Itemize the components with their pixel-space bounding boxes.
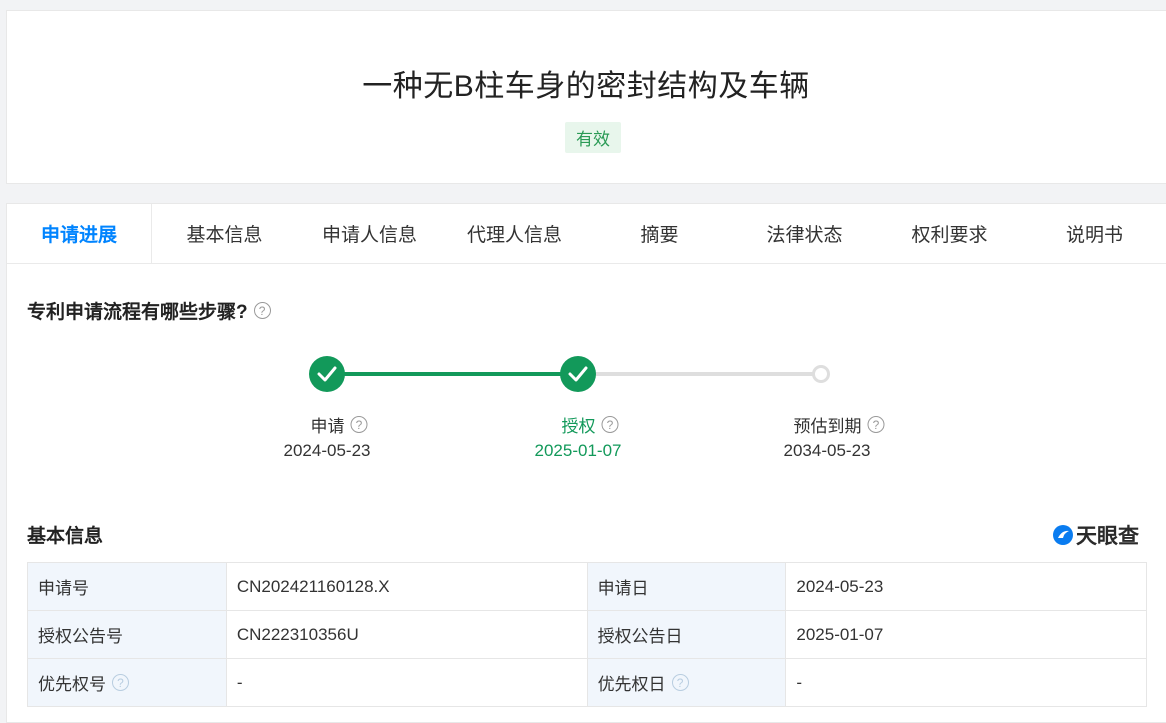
grant-publication-number-label: 授权公告号: [27, 610, 227, 659]
brand-logo[interactable]: 天眼查: [1052, 520, 1139, 550]
help-icon[interactable]: ?: [671, 674, 689, 691]
step-apply-text: 申请: [310, 417, 345, 436]
step-expiry-date: 2034-05-23: [783, 441, 871, 460]
table-row: 授权公告号 CN222310356U 授权公告日 2025-01-07: [27, 610, 1147, 659]
progress-steps: 申请 ? 2024-05-23 授权 ? 2025-01-07 预估到期 ? 2…: [7, 204, 1166, 504]
table-row: 申请号 CN202421160128.X 申请日 2024-05-23: [27, 562, 1147, 611]
basic-info-title: 基本信息: [27, 526, 104, 547]
step-apply-label: 申请 ?: [311, 412, 368, 437]
step-expiry-label: 预估到期 ?: [794, 412, 885, 437]
brand-name: 天眼查: [1076, 525, 1139, 548]
help-icon[interactable]: ?: [601, 416, 619, 433]
basic-info-table: 申请号 CN202421160128.X 申请日 2024-05-23 授权公告…: [27, 562, 1147, 707]
grant-publication-number-value: CN222310356U: [225, 610, 588, 659]
grant-publication-date-label: 授权公告日: [586, 610, 787, 659]
step-grant-date: 2025-01-07: [534, 441, 622, 460]
priority-number-value: -: [225, 658, 588, 707]
tianyancha-logo-icon: [1053, 525, 1073, 545]
title-card: 一种无B柱车身的密封结构及车辆 有效: [6, 10, 1166, 184]
step-grant-text: 授权: [561, 417, 596, 436]
priority-date-label-cell: 优先权日 ?: [586, 658, 787, 707]
help-icon[interactable]: ?: [112, 674, 129, 691]
priority-number-label: 优先权号: [38, 675, 106, 694]
application-number-value: CN202421160128.X: [225, 562, 588, 611]
progress-line-complete: [332, 372, 582, 376]
step-grant-check-icon: [560, 356, 596, 392]
application-number-label: 申请号: [27, 562, 227, 611]
help-icon[interactable]: ?: [867, 416, 885, 433]
priority-date-value: -: [785, 658, 1147, 707]
patent-title: 一种无B柱车身的密封结构及车辆: [362, 70, 810, 103]
step-apply-date: 2024-05-23: [283, 441, 371, 460]
progress-line-pending: [584, 372, 827, 376]
application-date-label: 申请日: [586, 562, 787, 611]
help-icon[interactable]: ?: [350, 416, 368, 433]
grant-publication-date-value: 2025-01-07: [785, 610, 1147, 659]
table-row: 优先权号 ? - 优先权日 ? -: [27, 658, 1147, 707]
step-apply-check-icon: [309, 356, 345, 392]
application-date-value: 2024-05-23: [785, 562, 1147, 611]
priority-date-label: 优先权日: [597, 675, 666, 694]
main-card: 申请进展 基本信息 申请人信息 代理人信息 摘要 法律状态 权利要求 说明书 专…: [6, 203, 1166, 723]
step-expiry-dot-icon: [812, 365, 830, 383]
step-grant-label: 授权 ?: [562, 412, 619, 437]
priority-number-label-cell: 优先权号 ?: [27, 658, 227, 707]
status-badge: 有效: [565, 122, 621, 153]
step-expiry-text: 预估到期: [793, 417, 862, 436]
